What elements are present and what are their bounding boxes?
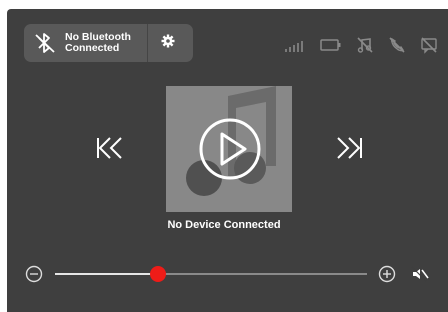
mute-button[interactable] <box>411 266 429 282</box>
bluetooth-status-button[interactable]: No Bluetooth Connected <box>24 24 143 62</box>
no-music-icon <box>356 36 374 54</box>
minus-circle-icon <box>25 265 43 283</box>
bluetooth-status-text: No Bluetooth Connected <box>65 31 131 54</box>
volume-slider-fill <box>55 273 158 275</box>
battery-icon <box>320 36 342 54</box>
no-phone-icon <box>388 36 406 54</box>
gear-icon <box>161 34 175 53</box>
bluetooth-status-pill: No Bluetooth Connected <box>24 24 193 62</box>
next-track-button[interactable] <box>332 131 366 165</box>
play-button[interactable] <box>197 116 263 182</box>
status-bar <box>284 36 438 54</box>
volume-up-button[interactable] <box>378 265 396 283</box>
plus-circle-icon <box>378 265 396 283</box>
bluetooth-off-icon <box>32 30 58 56</box>
play-icon <box>199 118 261 180</box>
signal-strength-icon <box>284 36 306 54</box>
no-message-icon <box>420 36 438 54</box>
volume-slider[interactable] <box>55 266 367 282</box>
speaker-muted-icon <box>411 266 429 282</box>
previous-track-button[interactable] <box>93 131 127 165</box>
device-status-label: No Device Connected <box>167 219 281 231</box>
volume-down-button[interactable] <box>25 265 43 283</box>
settings-button[interactable] <box>148 24 188 62</box>
previous-track-icon <box>97 137 122 159</box>
next-track-icon <box>337 137 362 159</box>
media-player-screen: No Bluetooth Connected No Device Connect… <box>7 9 448 312</box>
volume-slider-thumb[interactable] <box>149 266 166 282</box>
